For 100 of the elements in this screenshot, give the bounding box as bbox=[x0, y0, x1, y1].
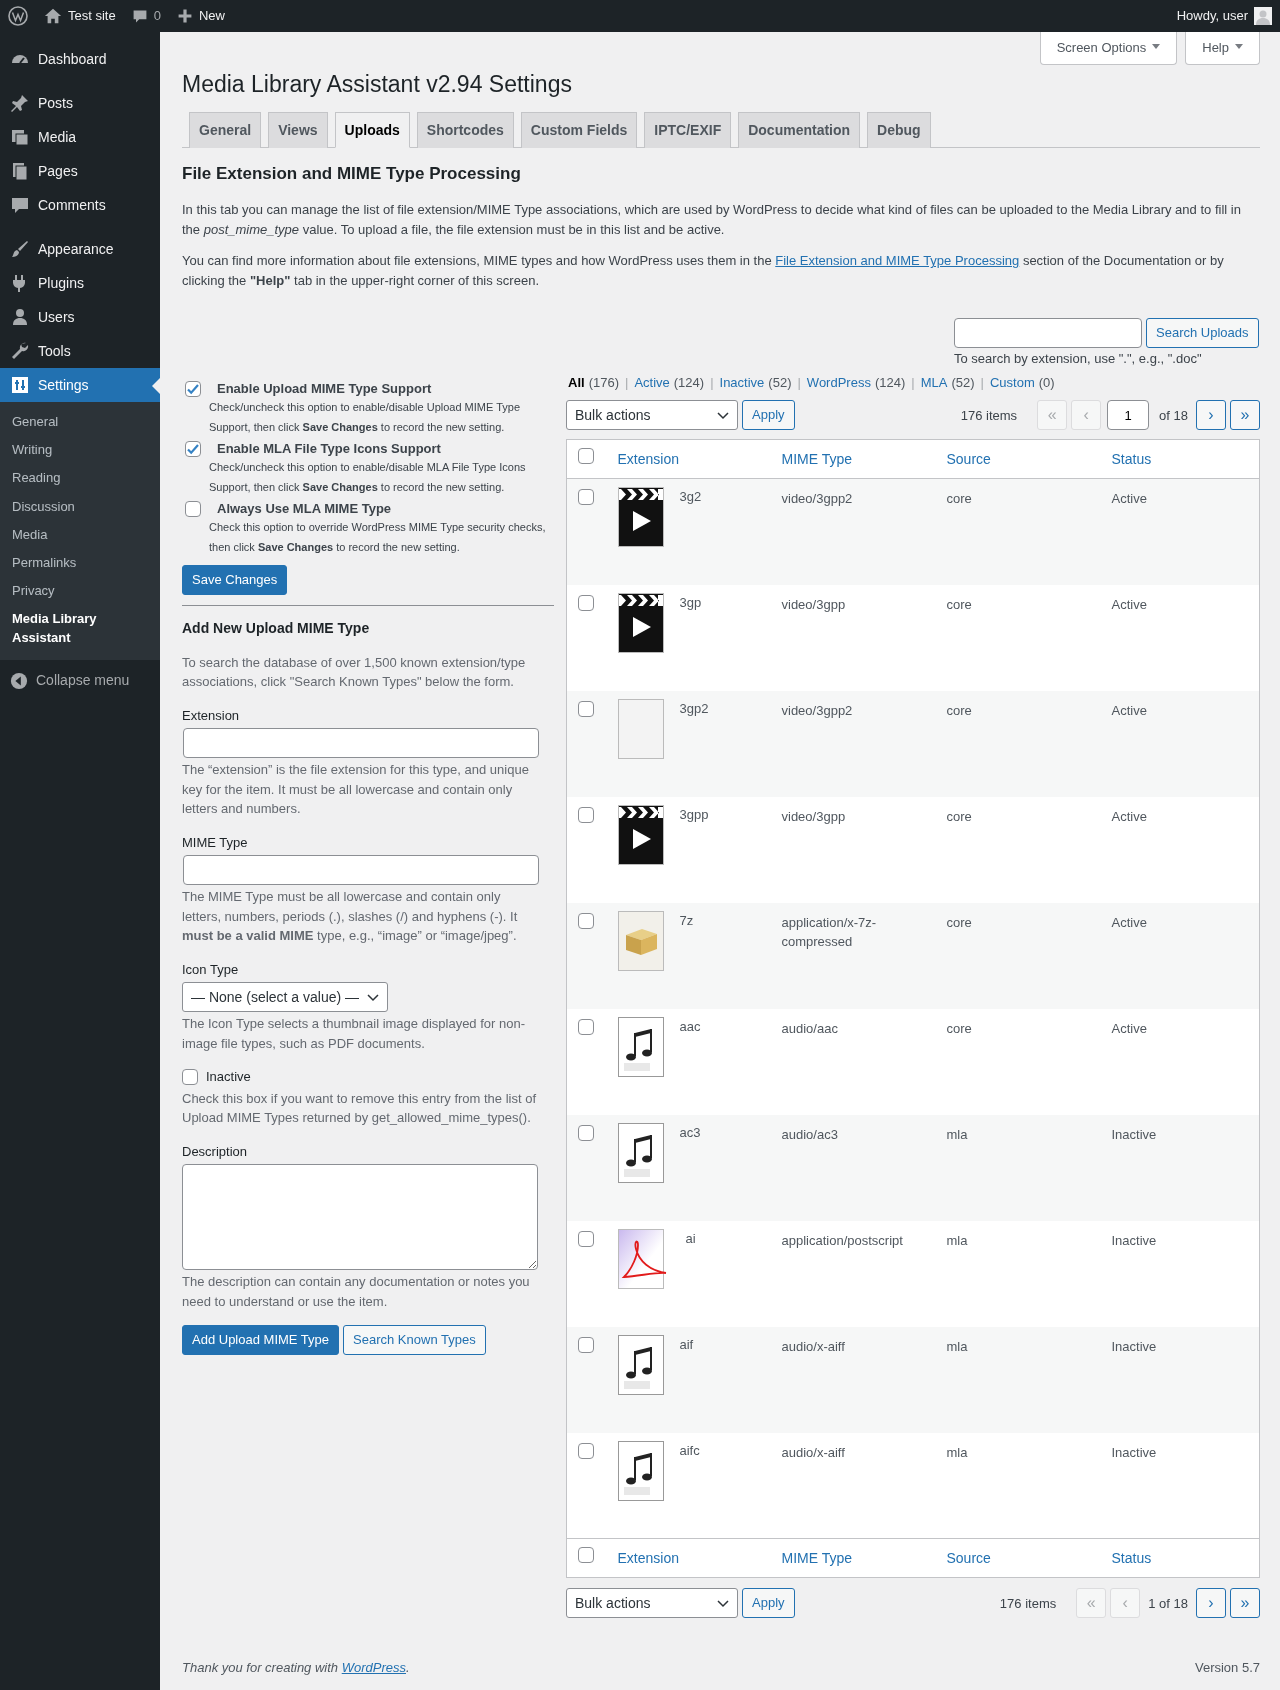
submenu-item[interactable]: Permalinks bbox=[0, 548, 160, 578]
row-checkbox[interactable] bbox=[578, 1443, 594, 1459]
comments-link[interactable]: 0 bbox=[131, 6, 161, 26]
submenu-item[interactable]: Privacy bbox=[0, 577, 160, 606]
tab[interactable]: Views bbox=[268, 112, 328, 149]
new-link[interactable]: New bbox=[176, 6, 225, 26]
search-button[interactable]: Search Uploads bbox=[1146, 318, 1259, 349]
checkbox[interactable] bbox=[182, 1069, 198, 1086]
column-header[interactable]: Status bbox=[1111, 451, 1152, 467]
info-paragraph: You can find more information about file extensions, MIME types and how WordPress uses them in the File Extension and MIME Type Processing section of the Documentation or by clicking the "Help" tab in the upper-right corner of this screen. bbox=[182, 252, 1225, 290]
submenu-item[interactable]: Media bbox=[0, 520, 160, 549]
menu-item[interactable]: Posts bbox=[0, 86, 160, 120]
save-button[interactable]: Save Changes bbox=[182, 565, 288, 595]
menu-item[interactable]: Tools bbox=[0, 334, 160, 368]
row-checkbox[interactable] bbox=[578, 913, 594, 929]
input-field[interactable] bbox=[183, 728, 539, 759]
apply-button[interactable]: Apply bbox=[742, 1588, 795, 1619]
submenu-item[interactable]: Media Library Assistant bbox=[0, 605, 160, 652]
column-header[interactable]: MIME Type bbox=[781, 1550, 853, 1566]
submenu-item[interactable]: Discussion bbox=[0, 492, 160, 521]
column-header[interactable]: Extension bbox=[617, 1550, 679, 1566]
tab[interactable]: Debug bbox=[867, 112, 931, 149]
select-field[interactable]: — None (select a value) — bbox=[182, 982, 389, 1013]
tab[interactable]: Documentation bbox=[738, 112, 861, 149]
filter-link[interactable]: Custom bbox=[989, 373, 1035, 393]
mime-type-cell: video/3gpp2 bbox=[781, 491, 853, 507]
row-checkbox[interactable] bbox=[578, 1019, 594, 1035]
tab[interactable]: General bbox=[189, 112, 262, 149]
field-label: Icon Type bbox=[182, 961, 240, 979]
row-checkbox[interactable] bbox=[578, 489, 594, 506]
column-header[interactable]: MIME Type bbox=[781, 451, 853, 467]
pagination-button[interactable]: » bbox=[1230, 400, 1260, 431]
pagination-button[interactable]: › bbox=[1196, 1588, 1226, 1619]
menu-item[interactable]: Plugins bbox=[0, 266, 160, 300]
extension-cell-text: 3g2 bbox=[679, 488, 702, 507]
column-header[interactable]: Extension bbox=[617, 451, 679, 467]
submenu-item[interactable]: Reading bbox=[0, 464, 160, 493]
menu-item[interactable]: Appearance bbox=[0, 232, 160, 266]
screen-options-button[interactable]: Screen Options bbox=[1039, 32, 1178, 65]
collapse-menu-button[interactable]: Collapse menu bbox=[0, 663, 160, 698]
column-header[interactable]: Status bbox=[1111, 1550, 1152, 1566]
help-button[interactable]: Help bbox=[1185, 32, 1260, 65]
documentation-link[interactable]: File Extension and MIME Type Processing bbox=[775, 253, 1020, 269]
tab[interactable]: Uploads bbox=[334, 112, 410, 149]
filter-link[interactable]: Active bbox=[634, 373, 670, 393]
tab[interactable]: IPTC/EXIF bbox=[644, 112, 732, 149]
row-checkbox[interactable] bbox=[578, 1231, 594, 1247]
page-number-field[interactable]: 1 bbox=[1107, 400, 1150, 431]
input-field[interactable] bbox=[183, 855, 539, 886]
column-header[interactable]: Source bbox=[946, 1550, 991, 1566]
account-link[interactable]: Howdy, user bbox=[1176, 6, 1272, 26]
item-count: 176 items bbox=[999, 1594, 1057, 1613]
tab[interactable]: Custom Fields bbox=[520, 112, 638, 149]
checkbox[interactable] bbox=[185, 500, 201, 517]
pagination-button[interactable]: » bbox=[1230, 1588, 1260, 1619]
row-checkbox[interactable] bbox=[578, 1337, 594, 1353]
select-all-checkbox[interactable] bbox=[578, 1547, 594, 1564]
bulk-actions-select[interactable]: Bulk actions bbox=[566, 400, 738, 431]
row-checkbox[interactable] bbox=[578, 807, 594, 823]
menu-item[interactable]: Pages bbox=[0, 154, 160, 188]
filter-link[interactable]: Inactive bbox=[719, 373, 765, 393]
extension-cell-text: 7z bbox=[679, 912, 694, 930]
bulk-actions-select[interactable]: Bulk actions bbox=[566, 1588, 738, 1619]
site-link[interactable]: Test site bbox=[44, 6, 116, 26]
apply-button[interactable]: Apply bbox=[742, 400, 795, 431]
search-field[interactable] bbox=[954, 318, 1142, 349]
source-cell: core bbox=[946, 809, 972, 824]
menu-item[interactable]: Comments bbox=[0, 188, 160, 222]
checkbox[interactable] bbox=[185, 380, 201, 397]
mime-type-cell: audio/ac3 bbox=[781, 1127, 838, 1142]
checkbox[interactable] bbox=[185, 440, 201, 457]
tab[interactable]: Shortcodes bbox=[416, 112, 514, 149]
submenu-item[interactable]: General bbox=[0, 408, 160, 437]
filter-link[interactable]: MLA bbox=[920, 373, 948, 393]
filter-count: (52) bbox=[951, 374, 975, 392]
field-label: Extension bbox=[182, 707, 241, 725]
description-field[interactable] bbox=[182, 1164, 538, 1271]
row-checkbox[interactable] bbox=[578, 595, 594, 611]
menu-item[interactable]: Users bbox=[0, 300, 160, 334]
menu-item[interactable]: Settings bbox=[0, 368, 160, 402]
item-count: 176 items bbox=[960, 406, 1018, 425]
menu-item[interactable]: Media bbox=[0, 120, 160, 154]
select-all-checkbox[interactable] bbox=[578, 448, 594, 465]
extension-cell-text: 3gp2 bbox=[679, 700, 709, 718]
filter-link[interactable]: All bbox=[568, 373, 585, 393]
row-checkbox[interactable] bbox=[578, 1125, 594, 1141]
source-cell: core bbox=[946, 915, 972, 930]
column-header[interactable]: Source bbox=[946, 451, 991, 467]
version-text: Version 5.7 bbox=[1194, 1659, 1260, 1678]
row-checkbox[interactable] bbox=[578, 701, 594, 717]
menu-item[interactable]: Dashboard bbox=[0, 42, 160, 76]
pagination-button[interactable]: › bbox=[1196, 400, 1226, 431]
add-button[interactable]: Add Upload MIME Type bbox=[182, 1325, 340, 1356]
search-known-button[interactable]: Search Known Types bbox=[343, 1325, 486, 1356]
status-cell: Inactive bbox=[1111, 1339, 1157, 1354]
wordpress-logo-icon[interactable] bbox=[8, 6, 28, 26]
submenu-item[interactable]: Writing bbox=[0, 436, 160, 465]
mime-type-cell: application/x-7z-compressed bbox=[781, 915, 877, 950]
wordpress-link[interactable]: WordPress bbox=[341, 1660, 406, 1676]
filter-link[interactable]: WordPress bbox=[806, 373, 871, 393]
